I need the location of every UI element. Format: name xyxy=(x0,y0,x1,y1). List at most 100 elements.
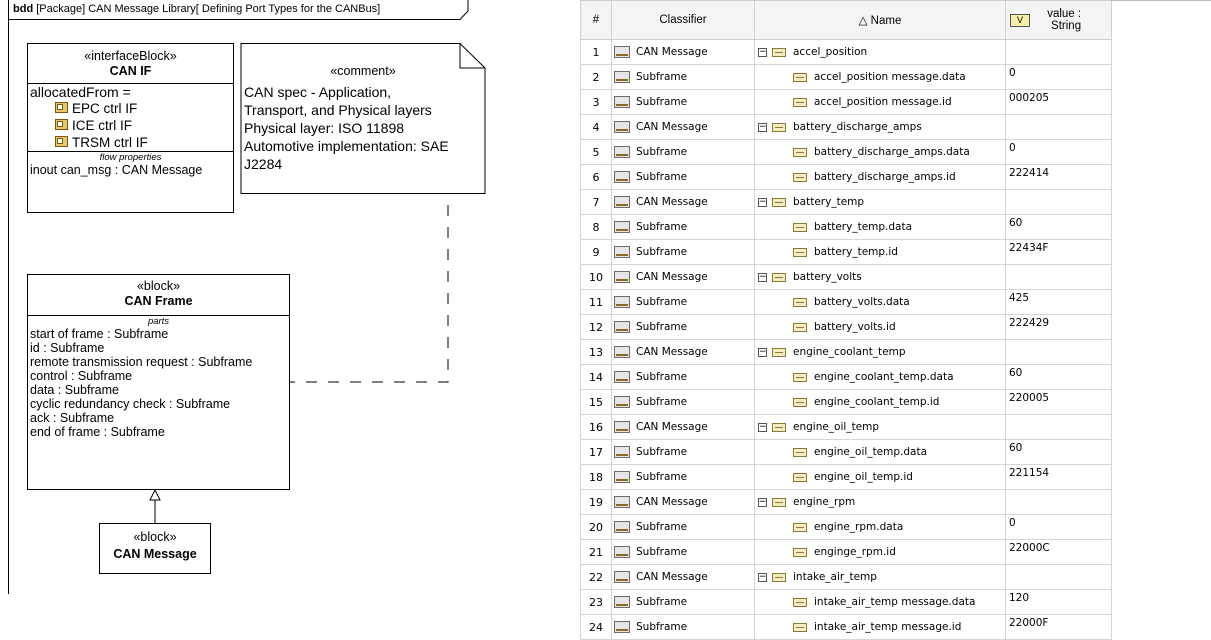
row-classifier[interactable]: Subframe xyxy=(611,439,755,465)
row-classifier[interactable]: Subframe xyxy=(611,389,755,415)
row-classifier[interactable]: Subframe xyxy=(611,164,755,190)
row-classifier[interactable]: Subframe xyxy=(611,89,755,115)
table-row[interactable]: 15 Subframe engine_coolant_temp.id 220005 xyxy=(580,389,1112,415)
row-classifier[interactable]: Subframe xyxy=(611,364,755,390)
row-classifier[interactable]: CAN Message xyxy=(611,339,755,365)
table-row[interactable]: 4 CAN Message − battery_discharge_amps xyxy=(580,114,1112,140)
row-classifier[interactable]: CAN Message xyxy=(611,114,755,140)
collapse-toggle-icon[interactable]: − xyxy=(758,497,767,507)
table-row[interactable]: 7 CAN Message − battery_temp xyxy=(580,189,1112,215)
row-classifier[interactable]: Subframe xyxy=(611,539,755,565)
row-name-cell[interactable]: − engine_oil_temp xyxy=(754,414,1006,440)
row-value[interactable] xyxy=(1005,414,1112,440)
table-row[interactable]: 11 Subframe battery_volts.data 425 xyxy=(580,289,1112,315)
row-value[interactable]: 120 xyxy=(1005,589,1112,615)
column-header-name[interactable]: △ Name xyxy=(754,0,1006,40)
row-name-cell[interactable]: battery_discharge_amps.id xyxy=(754,164,1006,190)
table-row[interactable]: 16 CAN Message − engine_oil_temp xyxy=(580,414,1112,440)
table-row[interactable]: 20 Subframe engine_rpm.data 0 xyxy=(580,514,1112,540)
collapse-toggle-icon[interactable]: − xyxy=(758,347,767,357)
table-row[interactable]: 17 Subframe engine_oil_temp.data 60 xyxy=(580,439,1112,465)
table-row[interactable]: 1 CAN Message − accel_position xyxy=(580,39,1112,65)
interface-block-can-if[interactable]: «interfaceBlock» CAN IF allocatedFrom = … xyxy=(27,43,234,213)
row-value[interactable]: 22000F xyxy=(1005,614,1112,640)
row-name-cell[interactable]: engine_rpm.data xyxy=(754,514,1006,540)
row-name-cell[interactable]: battery_discharge_amps.data xyxy=(754,139,1006,165)
table-row[interactable]: 18 Subframe engine_oil_temp.id 221154 xyxy=(580,464,1112,490)
row-value[interactable]: 0 xyxy=(1005,139,1112,165)
row-name-cell[interactable]: battery_volts.data xyxy=(754,289,1006,315)
column-header-value[interactable]: V value : String xyxy=(1005,0,1112,40)
collapse-toggle-icon[interactable]: − xyxy=(758,422,767,432)
row-name-cell[interactable]: engine_coolant_temp.data xyxy=(754,364,1006,390)
row-value[interactable]: 000205 xyxy=(1005,89,1112,115)
row-classifier[interactable]: Subframe xyxy=(611,514,755,540)
row-classifier[interactable]: CAN Message xyxy=(611,489,755,515)
row-name-cell[interactable]: intake_air_temp message.id xyxy=(754,614,1006,640)
row-name-cell[interactable]: − battery_volts xyxy=(754,264,1006,290)
row-name-cell[interactable]: battery_volts.id xyxy=(754,314,1006,340)
column-header-classifier[interactable]: Classifier xyxy=(611,0,755,40)
table-row[interactable]: 13 CAN Message − engine_coolant_temp xyxy=(580,339,1112,365)
row-value[interactable]: 0 xyxy=(1005,64,1112,90)
row-classifier[interactable]: Subframe xyxy=(611,64,755,90)
block-can-frame[interactable]: «block» CAN Frame parts start of frame :… xyxy=(27,274,290,490)
comment-note[interactable]: «comment» CAN spec - Application, Transp… xyxy=(244,64,482,173)
row-value[interactable]: 60 xyxy=(1005,214,1112,240)
row-value[interactable] xyxy=(1005,39,1112,65)
block-can-message[interactable]: «block» CAN Message xyxy=(99,523,211,574)
row-value[interactable] xyxy=(1005,489,1112,515)
row-classifier[interactable]: Subframe xyxy=(611,214,755,240)
table-row[interactable]: 12 Subframe battery_volts.id 222429 xyxy=(580,314,1112,340)
table-row[interactable]: 22 CAN Message − intake_air_temp xyxy=(580,564,1112,590)
row-value[interactable]: 22000C xyxy=(1005,539,1112,565)
table-row[interactable]: 6 Subframe battery_discharge_amps.id 222414 xyxy=(580,164,1112,190)
row-name-cell[interactable]: − intake_air_temp xyxy=(754,564,1006,590)
collapse-toggle-icon[interactable]: − xyxy=(758,197,767,207)
row-name-cell[interactable]: engine_coolant_temp.id xyxy=(754,389,1006,415)
row-value[interactable]: 221154 xyxy=(1005,464,1112,490)
collapse-toggle-icon[interactable]: − xyxy=(758,47,767,57)
row-value[interactable] xyxy=(1005,189,1112,215)
row-name-cell[interactable]: accel_position message.id xyxy=(754,89,1006,115)
collapse-toggle-icon[interactable]: − xyxy=(758,122,767,132)
table-row[interactable]: 2 Subframe accel_position message.data 0 xyxy=(580,64,1112,90)
row-classifier[interactable]: Subframe xyxy=(611,464,755,490)
row-value[interactable] xyxy=(1005,114,1112,140)
row-classifier[interactable]: CAN Message xyxy=(611,189,755,215)
row-classifier[interactable]: Subframe xyxy=(611,289,755,315)
row-value[interactable]: 222414 xyxy=(1005,164,1112,190)
row-classifier[interactable]: CAN Message xyxy=(611,564,755,590)
row-classifier[interactable]: Subframe xyxy=(611,589,755,615)
row-name-cell[interactable]: − accel_position xyxy=(754,39,1006,65)
row-value[interactable]: 0 xyxy=(1005,514,1112,540)
row-name-cell[interactable]: − battery_discharge_amps xyxy=(754,114,1006,140)
row-name-cell[interactable]: battery_temp.data xyxy=(754,214,1006,240)
row-classifier[interactable]: Subframe xyxy=(611,314,755,340)
row-classifier[interactable]: CAN Message xyxy=(611,414,755,440)
row-name-cell[interactable]: engine_oil_temp.id xyxy=(754,464,1006,490)
row-name-cell[interactable]: intake_air_temp message.data xyxy=(754,589,1006,615)
row-name-cell[interactable]: − engine_rpm xyxy=(754,489,1006,515)
row-value[interactable] xyxy=(1005,339,1112,365)
row-value[interactable]: 22434F xyxy=(1005,239,1112,265)
table-row[interactable]: 3 Subframe accel_position message.id 000205 xyxy=(580,89,1112,115)
row-value[interactable]: 60 xyxy=(1005,439,1112,465)
row-value[interactable]: 425 xyxy=(1005,289,1112,315)
row-name-cell[interactable]: enginge_rpm.id xyxy=(754,539,1006,565)
table-row[interactable]: 19 CAN Message − engine_rpm xyxy=(580,489,1112,515)
row-name-cell[interactable]: accel_position message.data xyxy=(754,64,1006,90)
row-name-cell[interactable]: engine_oil_temp.data xyxy=(754,439,1006,465)
row-value[interactable]: 220005 xyxy=(1005,389,1112,415)
row-classifier[interactable]: Subframe xyxy=(611,614,755,640)
collapse-toggle-icon[interactable]: − xyxy=(758,572,767,582)
table-row[interactable]: 14 Subframe engine_coolant_temp.data 60 xyxy=(580,364,1112,390)
row-name-cell[interactable]: battery_temp.id xyxy=(754,239,1006,265)
table-row[interactable]: 10 CAN Message − battery_volts xyxy=(580,264,1112,290)
row-classifier[interactable]: CAN Message xyxy=(611,264,755,290)
row-value[interactable]: 222429 xyxy=(1005,314,1112,340)
row-classifier[interactable]: Subframe xyxy=(611,239,755,265)
table-row[interactable]: 23 Subframe intake_air_temp message.data 12… xyxy=(580,589,1112,615)
row-value[interactable]: 60 xyxy=(1005,364,1112,390)
row-value[interactable] xyxy=(1005,564,1112,590)
